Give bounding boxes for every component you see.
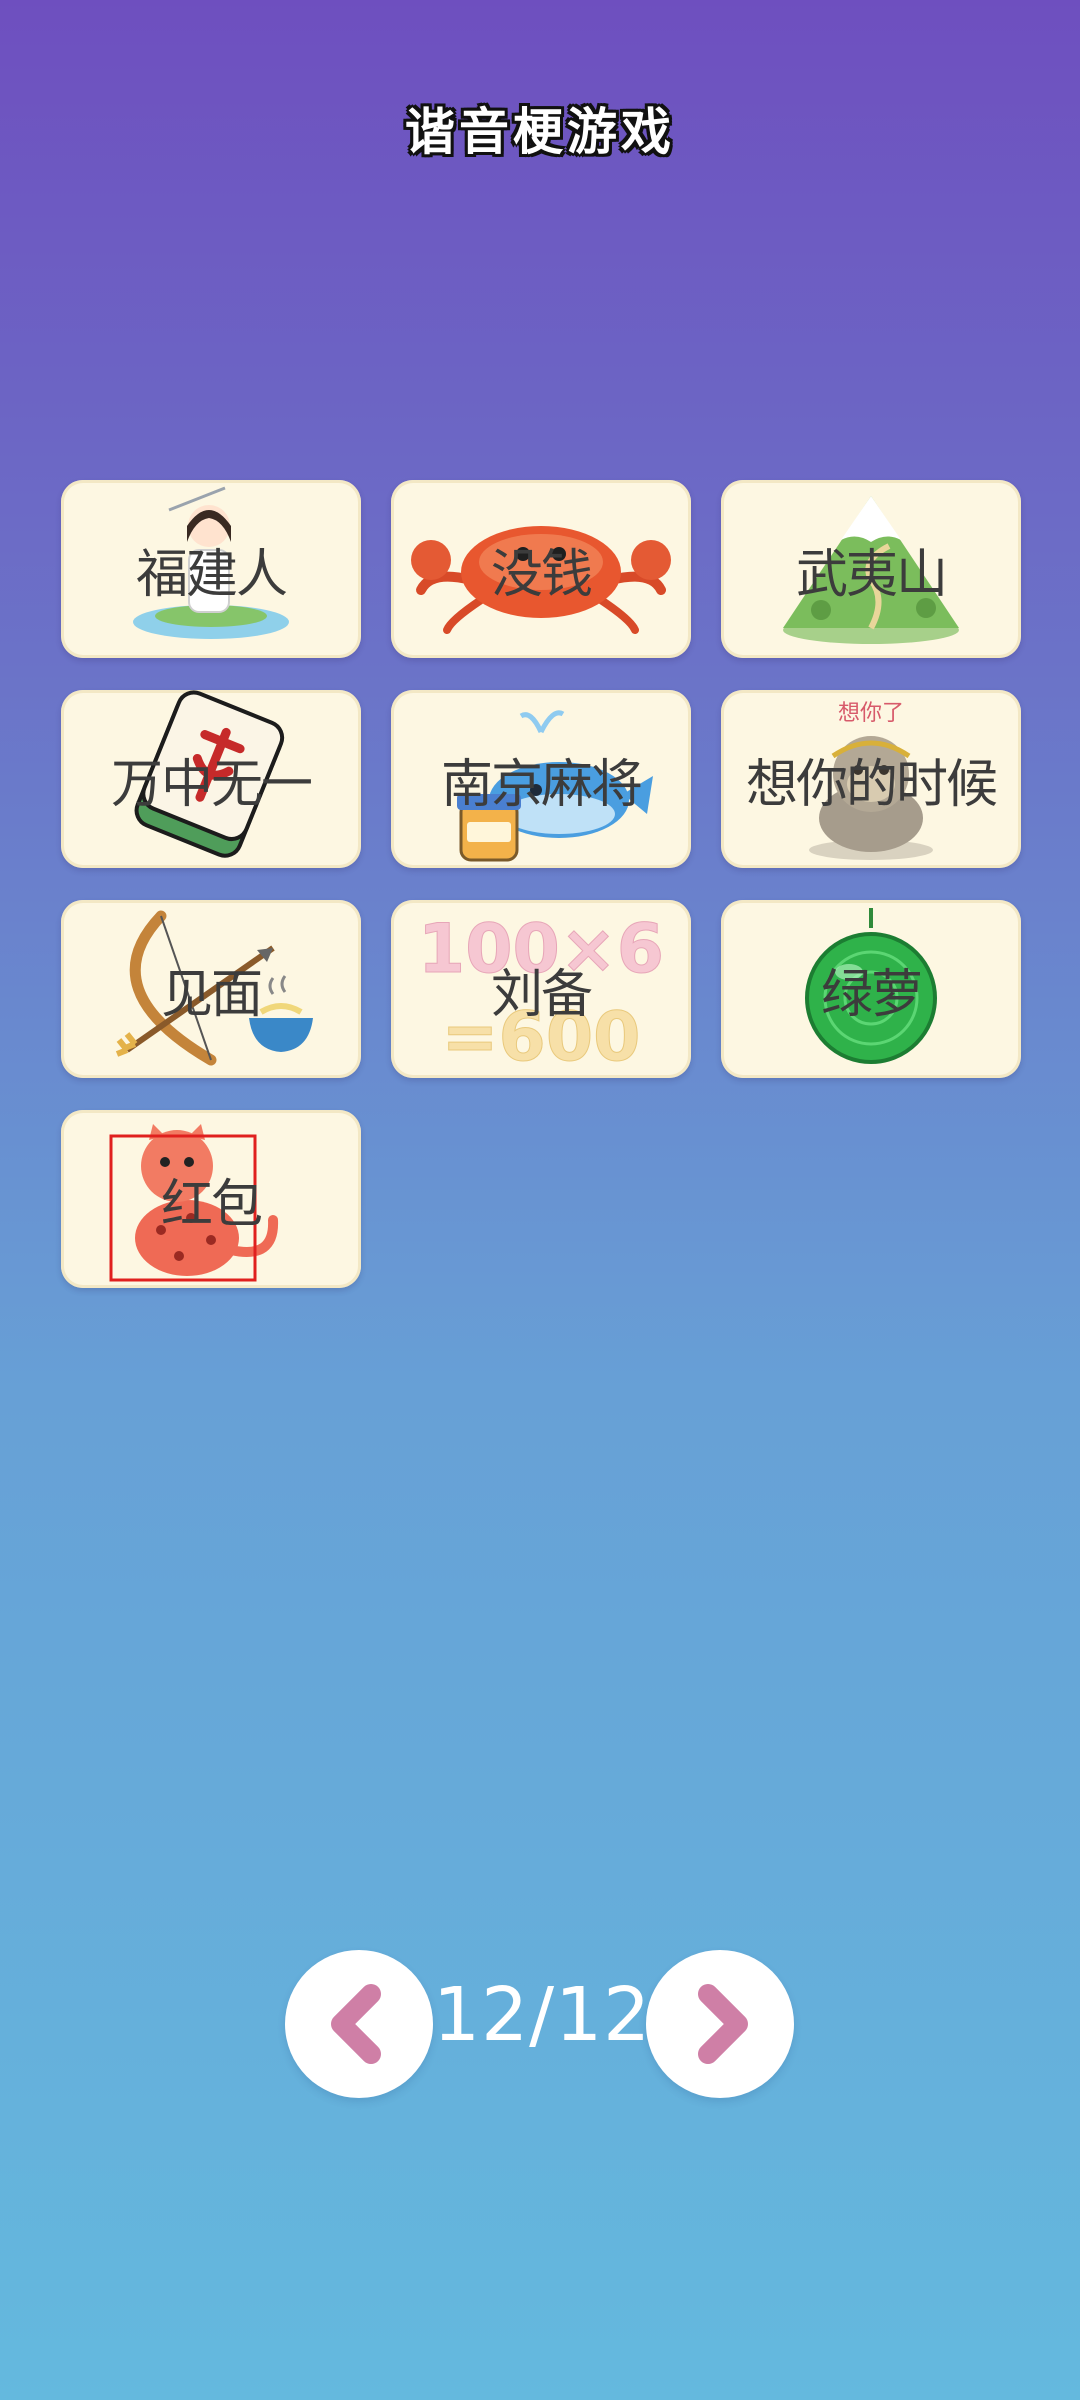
card-5[interactable]: 南京麻将 bbox=[391, 690, 691, 868]
chevron-left-icon bbox=[331, 1984, 381, 2064]
previous-page-button[interactable] bbox=[285, 1950, 433, 2098]
card-8[interactable]: 100×6 =600 刘备 bbox=[391, 900, 691, 1078]
card-3[interactable]: 武夷山 bbox=[721, 480, 1021, 658]
pagination: 12/12 bbox=[0, 1950, 1080, 2100]
card-label: 红包 bbox=[160, 1174, 263, 1235]
card-1[interactable]: 福建人 bbox=[61, 480, 361, 658]
card-label: 万中无一 bbox=[110, 754, 313, 815]
card-label: 没钱 bbox=[490, 544, 593, 605]
next-page-button[interactable] bbox=[646, 1950, 794, 2098]
card-7[interactable]: 见面 bbox=[61, 900, 361, 1078]
card-2[interactable]: 没钱 bbox=[391, 480, 691, 658]
card-label: 想你的时候 bbox=[745, 754, 998, 815]
page-title: 谐音梗游戏 bbox=[405, 102, 675, 161]
chevron-right-icon bbox=[698, 1984, 748, 2064]
card-9[interactable]: 绿萝 bbox=[721, 900, 1021, 1078]
card-label: 南京麻将 bbox=[440, 754, 643, 815]
card-label: 绿萝 bbox=[820, 964, 923, 1025]
card-label: 见面 bbox=[160, 964, 263, 1025]
page-indicator: 12/12 bbox=[433, 1972, 652, 2058]
card-grid: 福建人 没钱 武夷山 万中无一 南京麻将 想你了 想你的时候 见面 100×6 … bbox=[61, 480, 1021, 1288]
card-label: 刘备 bbox=[490, 964, 593, 1025]
card-label: 武夷山 bbox=[795, 544, 948, 605]
card-label: 福建人 bbox=[135, 544, 288, 605]
card-6[interactable]: 想你了 想你的时候 bbox=[721, 690, 1021, 868]
card-10[interactable]: 红包 bbox=[61, 1110, 361, 1288]
card-4[interactable]: 万中无一 bbox=[61, 690, 361, 868]
